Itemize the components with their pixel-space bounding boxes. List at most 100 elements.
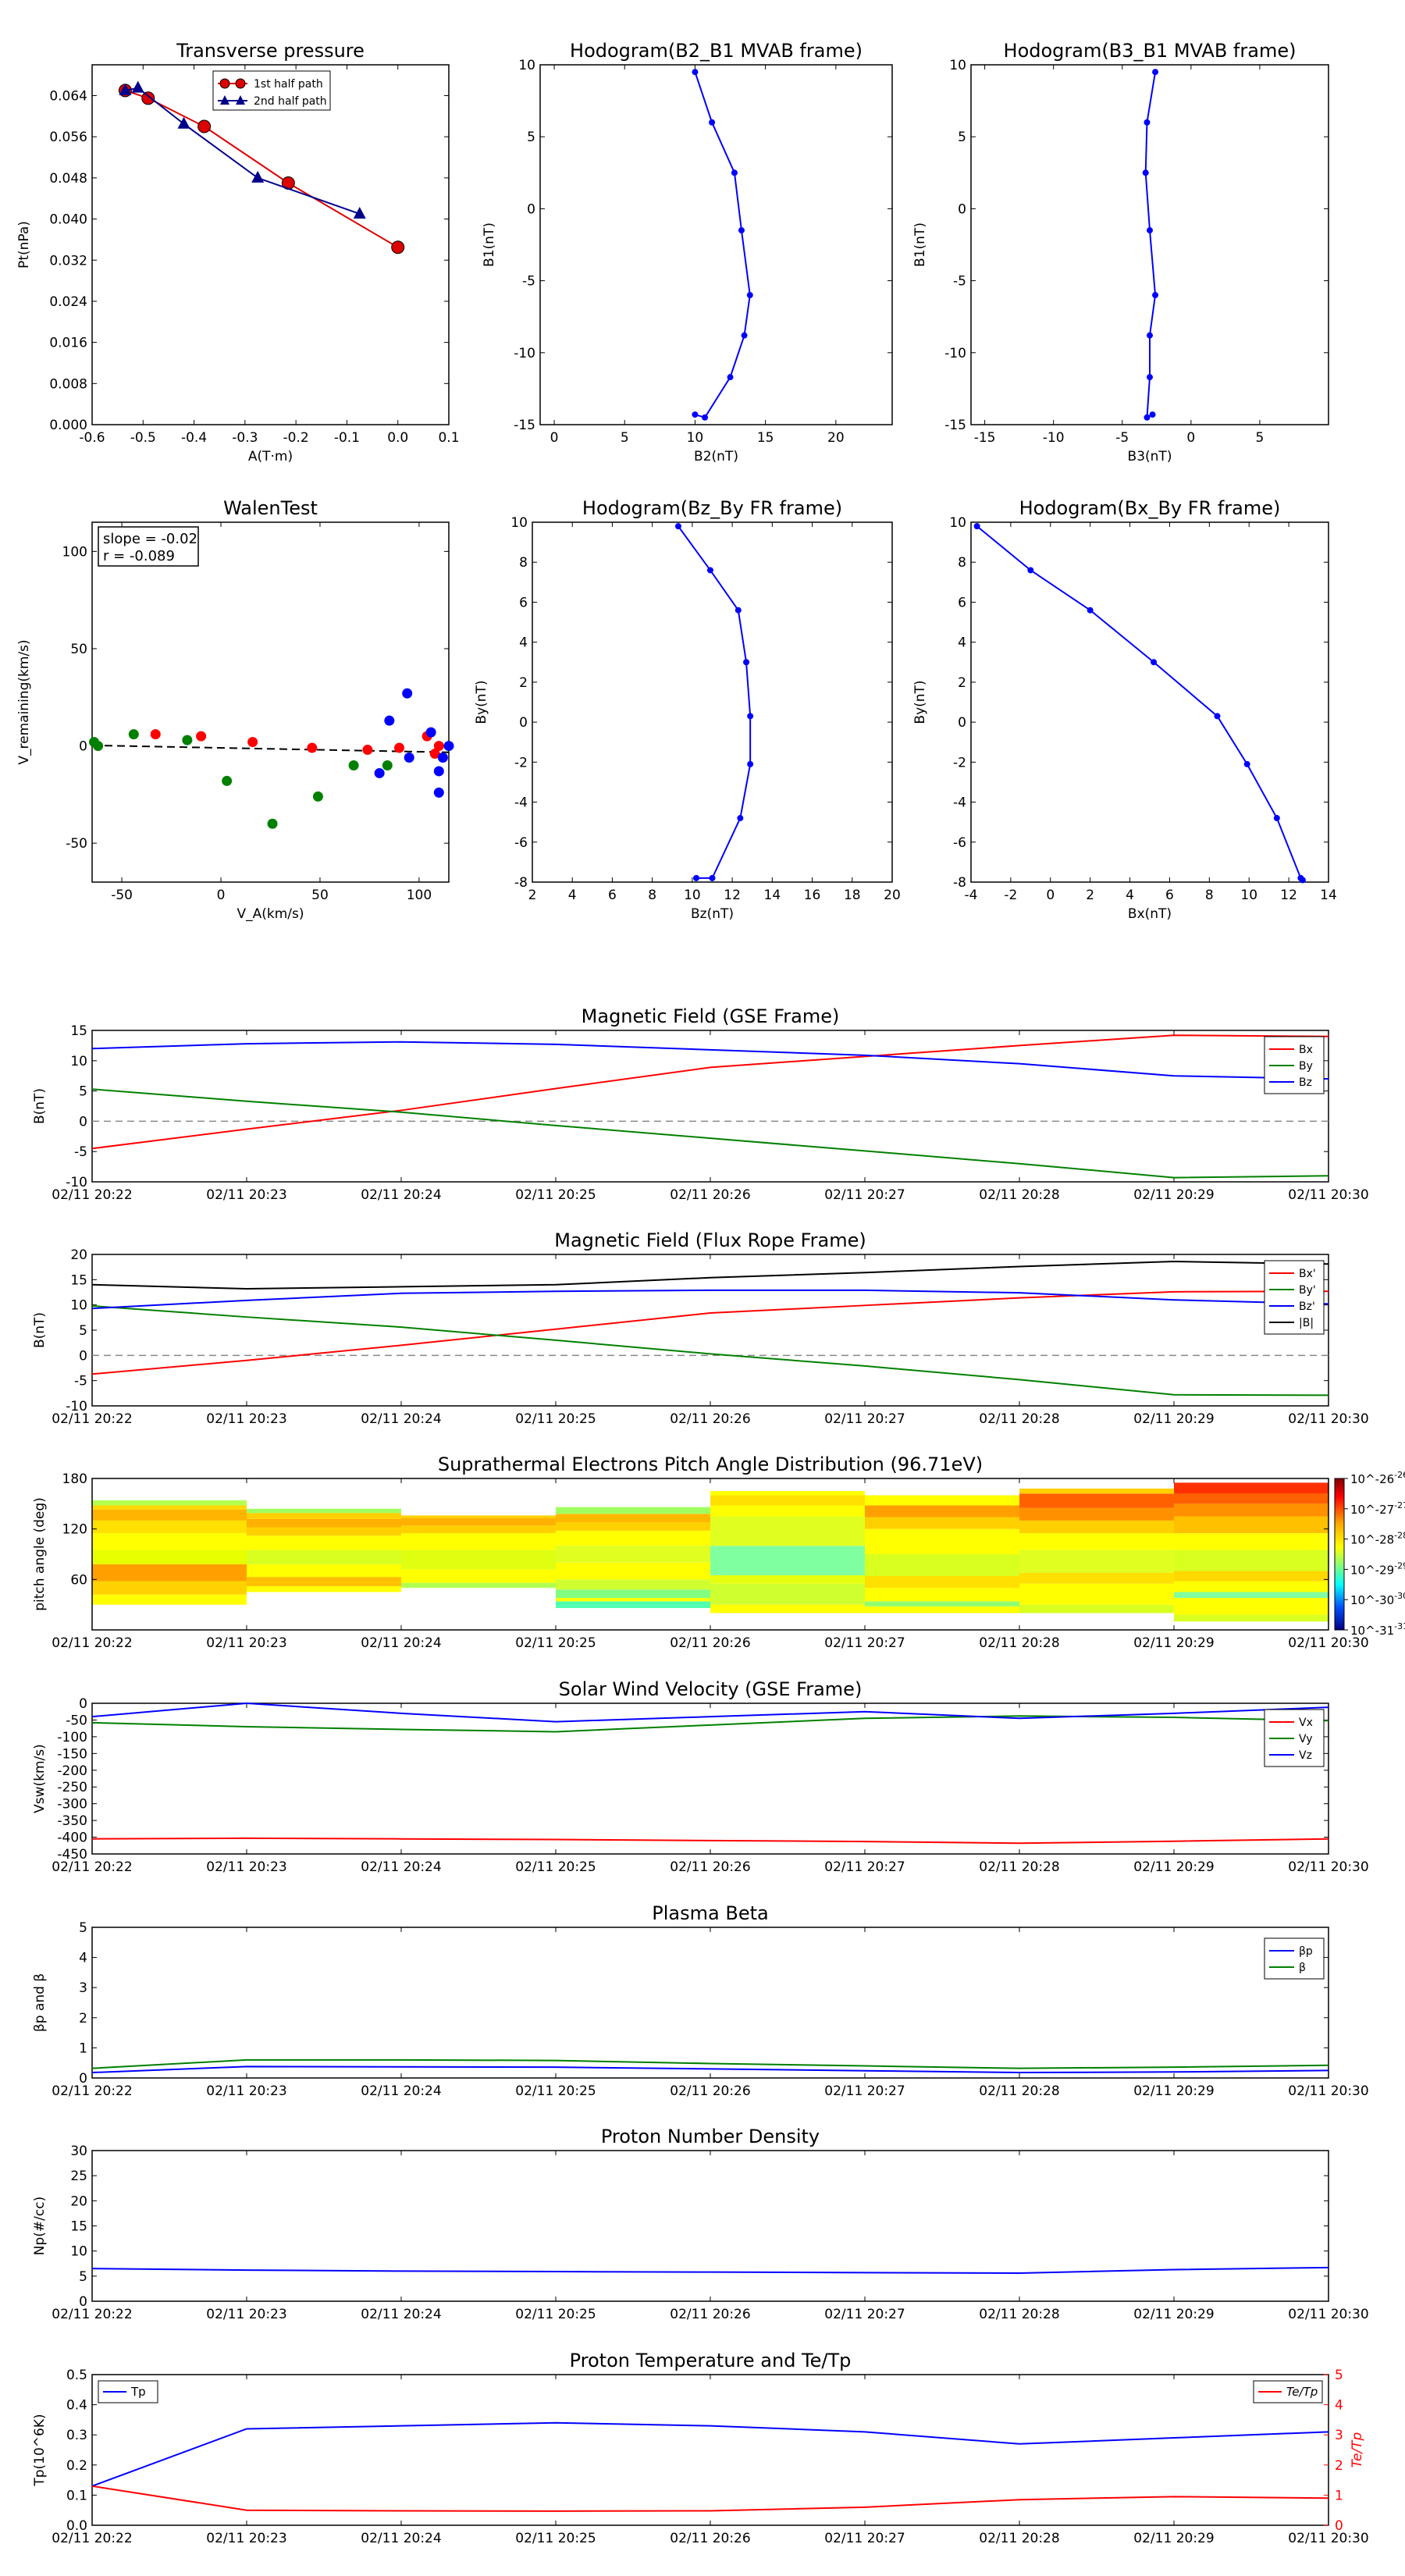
y2-tick-label: 3: [1335, 2428, 1343, 2443]
heatmap-cell-0-5: [92, 1520, 247, 1534]
heatmap-cell-1-5: [247, 1527, 401, 1536]
heatmap-cell-2-3: [401, 1533, 556, 1550]
x-tick-label: 4: [1126, 888, 1134, 903]
x-tick-label: 02/11 20:24: [361, 2307, 441, 2322]
x-tick-label: 0: [217, 888, 226, 903]
y-axis-label: By(nT): [474, 680, 489, 724]
heatmap-cell-7-5: [1174, 1550, 1329, 1571]
y-tick-label: 15: [70, 2219, 87, 2235]
x-axis-label: Bx(nT): [1128, 906, 1172, 922]
heatmap-cell-6-0: [1019, 1604, 1174, 1614]
chart-title: Plasma Beta: [652, 1902, 768, 1924]
legend-label: 1st half path: [254, 78, 323, 91]
x-tick-label: 02/11 20:29: [1133, 2083, 1214, 2099]
x-tick-label: 8: [648, 888, 656, 903]
x-tick-label: 02/11 20:27: [824, 2531, 905, 2546]
data-point: [735, 607, 742, 614]
scatter-point: [374, 767, 385, 778]
heatmap-cell-0-3: [92, 1550, 247, 1564]
y-axis-label: B(nT): [32, 1088, 48, 1124]
x-tick-label: 02/11 20:27: [824, 1411, 905, 1427]
x-axis-label: B2(nT): [694, 449, 738, 464]
x-tick-label: -0.4: [181, 430, 207, 446]
x-tick-label: 0.1: [438, 430, 459, 446]
legend-marker: [235, 78, 246, 89]
legend-label: By': [1299, 1284, 1316, 1297]
data-point: [1152, 292, 1159, 299]
colorbar-tick-label: 10^-26-26: [1350, 1470, 1405, 1486]
heatmap-cell-7-9: [1174, 1493, 1329, 1504]
scatter-point: [267, 818, 278, 829]
y-tick-label: 0.016: [49, 336, 87, 351]
scatter-point: [312, 791, 323, 802]
y-tick-label: 10: [518, 58, 535, 73]
plot-frame: [91, 1703, 1329, 1855]
data-point: [709, 119, 716, 126]
x-tick-label: 02/11 20:23: [206, 2307, 286, 2322]
scatter-point: [404, 753, 414, 763]
y-axis-label: V_remaining(km/s): [16, 639, 32, 764]
y-tick-label: 0.2: [66, 2458, 87, 2474]
y-tick-label: 0: [79, 1348, 87, 1364]
series-line-Bx': [91, 1290, 1329, 1375]
x-tick-label: 20: [827, 430, 845, 446]
y-tick-label: 0: [958, 201, 966, 217]
heatmap-cell-4-6: [710, 1495, 865, 1506]
x-tick-label: -0.2: [283, 430, 309, 446]
y-tick-label: -4: [514, 795, 528, 811]
x-tick-label: 02/11 20:29: [1133, 1859, 1214, 1875]
y-tick-label: 0.008: [49, 376, 87, 392]
heatmap-cell-7-2: [1174, 1592, 1329, 1599]
heatmap-cell-6-5: [1019, 1520, 1174, 1534]
x-tick-label: 02/11 20:27: [824, 1187, 905, 1203]
x-tick-label: -2: [1004, 888, 1017, 903]
figure-canvas: Transverse pressure-0.6 -0.5 -0.4 -0.3 -0.2-…: [16, 40, 1405, 2546]
data-point: [391, 240, 405, 254]
series-line-By': [91, 1304, 1329, 1397]
y-axis-label: Pt(nPa): [16, 221, 32, 269]
plot-frame: [532, 521, 893, 883]
data-point: [131, 80, 144, 93]
y-tick-label: 180: [62, 1471, 87, 1487]
data-point: [727, 374, 734, 381]
heatmap-cell-3-6: [556, 1530, 710, 1546]
heatmap-cell-7-1: [1174, 1598, 1329, 1615]
x-tick-label: 02/11 20:29: [1133, 1411, 1214, 1427]
heatmap-cell-5-7: [865, 1505, 1019, 1517]
y-tick-label: 5: [79, 2269, 87, 2285]
y-tick-label: 2: [519, 675, 528, 691]
legend-label: Bx: [1299, 1044, 1313, 1056]
heatmap-cell-4-5: [710, 1505, 865, 1517]
y-axis-label: B1(nT): [482, 222, 497, 267]
data-point: [706, 567, 713, 574]
colorbar-tick-base: 10^-29: [1350, 1563, 1394, 1577]
data-point: [674, 523, 681, 530]
heatmap-cell-4-1: [710, 1583, 865, 1605]
x-tick-label: 100: [407, 888, 432, 903]
y-tick-label: -15: [944, 418, 966, 433]
scatter-point: [222, 775, 233, 786]
y-tick-label: -10: [514, 346, 535, 361]
series-line-0: [91, 2266, 1329, 2274]
y-tick-label: 0.5: [66, 2368, 87, 2383]
heatmap-cell-1-6: [247, 1518, 401, 1528]
chart-title: Proton Number Density: [601, 2126, 820, 2147]
scatter-point: [443, 741, 454, 752]
data-point: [738, 227, 745, 234]
x-tick-label: 20: [884, 888, 901, 903]
x-tick-label: 8: [1205, 888, 1214, 903]
x-tick-label: 02/11 20:27: [824, 2307, 905, 2322]
heatmap-cell-2-2: [401, 1550, 556, 1570]
plot-frame: [91, 1927, 1329, 2079]
heatmap-cell-7-3: [1174, 1581, 1329, 1592]
x-tick-label: 50: [311, 888, 329, 903]
x-tick-label: 02/11 20:24: [361, 1635, 441, 1651]
series-line-0: [694, 71, 751, 418]
scatter-point: [247, 737, 258, 748]
data-point: [1273, 815, 1280, 822]
chart-hodo1: Hodogram(B2_B1 MVAB frame) 0 5 10 15 20 -15 -10…: [482, 40, 893, 464]
x-tick-label: 15: [757, 430, 774, 446]
data-point: [1027, 567, 1034, 574]
legend-label: β: [1299, 1962, 1306, 1974]
y-tick-label: -4: [953, 795, 966, 811]
